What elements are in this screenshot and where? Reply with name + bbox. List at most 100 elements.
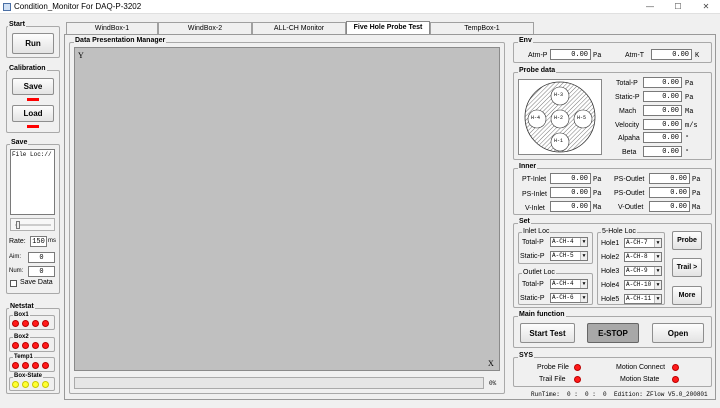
inlet-static-p-label: Static-P xyxy=(520,253,545,260)
chevron-down-icon: ▼ xyxy=(654,295,661,303)
box2-led-3 xyxy=(32,342,39,349)
probe-button[interactable]: Probe xyxy=(672,231,702,250)
hole5-select[interactable]: A-CH-11 ▼ xyxy=(624,294,662,304)
box-state-led-3 xyxy=(32,381,39,388)
hole1-select[interactable]: A-CH-7 ▼ xyxy=(624,238,662,248)
chevron-down-icon: ▼ xyxy=(580,294,587,302)
v-inlet-unit: Ma xyxy=(593,204,602,212)
hole-1-label: H-1 xyxy=(554,138,564,144)
run-button[interactable]: Run xyxy=(12,33,54,54)
atm-t-unit: K xyxy=(695,52,700,60)
rate-unit: ms xyxy=(48,238,56,244)
atm-p-label: Atm-P xyxy=(528,52,548,59)
window-title: Condition_Monitor For DAQ-P-3202 xyxy=(14,2,142,11)
rate-slider[interactable] xyxy=(10,218,55,231)
netstat-group-title: Netstat xyxy=(9,303,35,310)
hole2-select[interactable]: A-CH-8 ▼ xyxy=(624,252,662,262)
save-data-label: Save Data xyxy=(20,279,53,286)
trail-file-led xyxy=(574,376,581,383)
alpha-unit: ° xyxy=(685,135,690,143)
trail-button[interactable]: Trail > xyxy=(672,258,702,277)
hole3-label: Hole3 xyxy=(601,268,620,275)
probe-file-led xyxy=(574,364,581,371)
mach-value: 0.00 xyxy=(643,105,682,116)
tab-windbox-1[interactable]: WindBox-1 xyxy=(66,22,158,34)
ps-inlet-value: 0.00 xyxy=(550,187,591,198)
slider-track xyxy=(15,224,51,226)
hole3-select[interactable]: A-CH-9 ▼ xyxy=(624,266,662,276)
main-function-title: Main function xyxy=(518,311,566,318)
inlet-static-p-select-value: A-CH-5 xyxy=(552,252,574,259)
pt-inlet-label: PT-Inlet xyxy=(522,176,547,183)
atm-p-unit: Pa xyxy=(593,52,602,60)
e-stop-button[interactable]: E-STOP xyxy=(587,323,639,343)
velocity-label: Velocity xyxy=(615,122,640,129)
runtime-value: 0 : 0 : 0 xyxy=(567,391,607,398)
ps-outlet-unit-2: Pa xyxy=(692,190,701,198)
outlet-static-p-select[interactable]: A-CH-6 ▼ xyxy=(550,293,588,303)
num-label: Num: xyxy=(9,268,24,274)
tab-five-hole-probe-test[interactable]: Five Hole Probe Test xyxy=(346,21,430,35)
rate-input[interactable]: 150 xyxy=(30,236,47,247)
box2-led-4 xyxy=(42,342,49,349)
mach-label: Mach xyxy=(619,108,637,115)
aim-label: Aim: xyxy=(9,254,21,260)
close-button[interactable]: ✕ xyxy=(692,0,720,14)
hole2-select-value: A-CH-8 xyxy=(626,253,648,260)
hole-3-label: H-3 xyxy=(554,92,564,98)
save-status-indicator xyxy=(27,98,39,101)
aim-input[interactable]: 0 xyxy=(28,252,55,263)
calibration-save-button[interactable]: Save xyxy=(12,78,54,95)
v-inlet-value: 0.00 xyxy=(550,201,591,212)
temp1-led-3 xyxy=(32,362,39,369)
alpha-value: 0.00 xyxy=(643,132,682,143)
chevron-down-icon: ▼ xyxy=(654,281,661,289)
box-state-led-4 xyxy=(42,381,49,388)
y-axis-label: Y xyxy=(78,51,84,60)
more-button[interactable]: More xyxy=(672,286,702,305)
inlet-static-p-select[interactable]: A-CH-5 ▼ xyxy=(550,251,588,261)
open-button[interactable]: Open xyxy=(652,323,704,343)
sys-title: SYS xyxy=(518,352,535,359)
load-status-indicator xyxy=(27,125,39,128)
atm-p-value: 0.00 xyxy=(550,49,591,60)
num-input[interactable]: 0 xyxy=(28,266,55,277)
hole1-select-value: A-CH-7 xyxy=(626,239,648,246)
calibration-load-button[interactable]: Load xyxy=(12,105,54,122)
chevron-down-icon: ▼ xyxy=(654,267,661,275)
total-p-unit: Pa xyxy=(685,80,694,88)
start-group-title: Start xyxy=(8,21,26,28)
hole4-select[interactable]: A-CH-10 ▼ xyxy=(624,280,662,290)
x-axis-label: X xyxy=(488,359,494,368)
outlet-static-p-select-value: A-CH-6 xyxy=(552,294,574,301)
chevron-down-icon: ▼ xyxy=(580,252,587,260)
plot-area[interactable] xyxy=(74,47,500,371)
box1-led-3 xyxy=(32,320,39,327)
tab-all-ch-monitor[interactable]: ALL-CH Monitor xyxy=(252,22,346,34)
edition-label: Edition: ZFlow V5.0_200801 xyxy=(614,391,708,398)
probe-data-title: Probe data xyxy=(518,67,557,74)
inlet-total-p-select[interactable]: A-CH-4 ▼ xyxy=(550,237,588,247)
tab-tempbox-1[interactable]: TempBox-1 xyxy=(430,22,534,34)
tab-windbox-2[interactable]: WindBox-2 xyxy=(158,22,252,34)
temp1-label: Temp1 xyxy=(13,354,34,360)
minimize-button[interactable]: — xyxy=(636,0,664,14)
probe-diagram: H-3 H-4 H-2 H-5 H-1 xyxy=(518,79,602,155)
inner-title: Inner xyxy=(518,163,538,170)
outlet-total-p-select[interactable]: A-CH-4 ▼ xyxy=(550,279,588,289)
app-icon xyxy=(3,3,11,11)
rate-label: Rate: xyxy=(9,238,26,245)
beta-unit: ° xyxy=(685,149,690,157)
outlet-static-p-label: Static-P xyxy=(520,295,545,302)
maximize-button[interactable]: ☐ xyxy=(664,0,692,14)
total-p-value: 0.00 xyxy=(643,77,682,88)
beta-value: 0.00 xyxy=(643,146,682,157)
slider-thumb[interactable] xyxy=(16,221,20,229)
v-outlet-value: 0.00 xyxy=(649,201,690,212)
static-p-value: 0.00 xyxy=(643,91,682,102)
save-data-checkbox[interactable] xyxy=(10,280,17,287)
velocity-value: 0.00 xyxy=(643,119,682,130)
start-test-button[interactable]: Start Test xyxy=(520,323,575,343)
file-location-textbox[interactable]: File Loc:// xyxy=(10,149,55,215)
atm-t-value: 0.00 xyxy=(651,49,692,60)
